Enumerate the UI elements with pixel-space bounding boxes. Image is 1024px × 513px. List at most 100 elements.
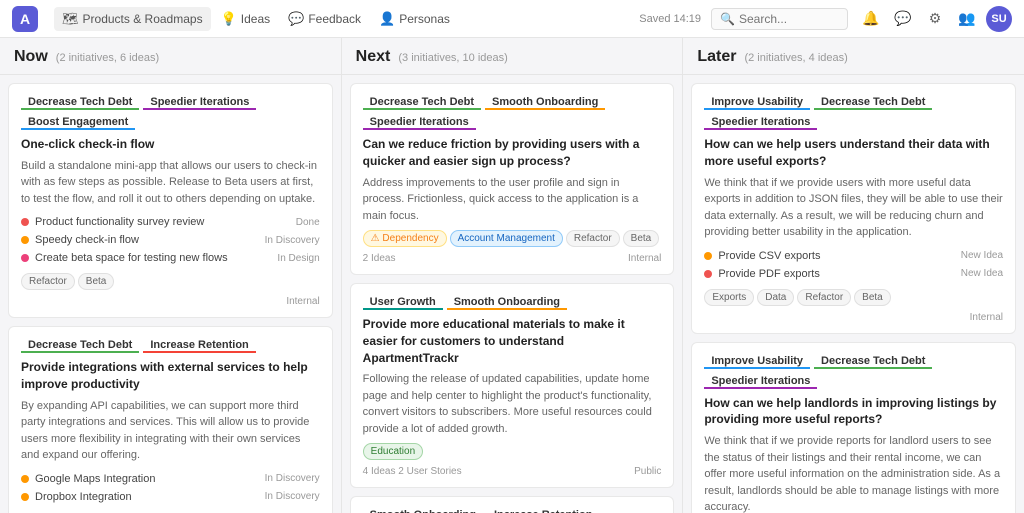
tag-now-1-2[interactable]: Boost Engagement — [21, 114, 135, 130]
pill-later-1-0[interactable]: Exports — [704, 289, 754, 306]
saved-badge: Saved 14:19 — [639, 13, 701, 25]
card-items-later-1: Provide CSV exportsNew IdeaProvide PDF e… — [704, 247, 1003, 283]
tag-later-2-0[interactable]: Improve Usability — [704, 353, 810, 369]
tag-now-2-1[interactable]: Increase Retention — [143, 337, 255, 353]
tag-now-1-1[interactable]: Speedier Iterations — [143, 94, 256, 110]
pill-next-1-1[interactable]: Account Management — [450, 230, 563, 247]
pill-next-1-3[interactable]: Beta — [623, 230, 660, 247]
settings-icon[interactable]: ⚙ — [922, 6, 948, 32]
column-title-2: Later — [697, 48, 736, 66]
tag-next-1-1[interactable]: Smooth Onboarding — [485, 94, 605, 110]
tag-next-3-0[interactable]: Smooth Onboarding — [363, 507, 483, 513]
tag-next-3-1[interactable]: Increase Retention — [487, 507, 599, 513]
nav-personas-label: Personas — [399, 12, 450, 26]
tag-later-2-1[interactable]: Decrease Tech Debt — [814, 353, 932, 369]
list-dot-later-1-0 — [704, 252, 712, 260]
list-item-now-1-2[interactable]: Create beta space for testing new flows I… — [21, 249, 320, 267]
card-items-now-1: Product functionality survey reviewDoneS… — [21, 213, 320, 267]
list-dot-later-1-1 — [704, 270, 712, 278]
footer-left-next-2: 4 Ideas 2 User Stories — [363, 466, 462, 477]
pill-next-2-0[interactable]: Education — [363, 443, 423, 460]
card-later-1[interactable]: Improve UsabilityDecrease Tech Debt Speed… — [691, 83, 1016, 334]
card-desc-later-1: We think that if we provide users with m… — [704, 175, 1003, 241]
tag-later-1-1[interactable]: Decrease Tech Debt — [814, 94, 932, 110]
pill-now-1-1[interactable]: Beta — [78, 273, 115, 290]
tag-row-next-3: Smooth Onboarding Increase Retention — [363, 507, 662, 513]
messages-icon[interactable]: 💬 — [890, 6, 916, 32]
card-desc-next-1: Address improvements to the user profile… — [363, 175, 662, 225]
search-input[interactable] — [739, 12, 839, 26]
card-title-next-2: Provide more educational materials to ma… — [363, 316, 662, 366]
card-footer-next-1: 2 Ideas Internal — [363, 253, 662, 264]
list-label-now-1-1: Speedy check-in flow — [35, 234, 139, 246]
list-label-now-1-2: Create beta space for testing new flows — [35, 252, 228, 264]
search-box[interactable]: 🔍 — [711, 8, 848, 30]
pill-now-1-0[interactable]: Refactor — [21, 273, 75, 290]
tag-next-1-2[interactable]: Speedier Iterations — [363, 114, 476, 130]
list-item-later-1-0[interactable]: Provide CSV exportsNew Idea — [704, 247, 1003, 265]
card-title-next-1: Can we reduce friction by providing user… — [363, 136, 662, 170]
footer-left-next-1: 2 Ideas — [363, 253, 396, 264]
nav-ideas[interactable]: 💡 Ideas — [213, 7, 279, 31]
card-later-2[interactable]: Improve UsabilityDecrease Tech Debt Speed… — [691, 342, 1016, 513]
nav-personas[interactable]: 👤 Personas — [371, 7, 458, 31]
card-now-1[interactable]: Decrease Tech DebtSpeedier Iterations Boo… — [8, 83, 333, 318]
list-status-now-1-0: Done — [296, 217, 320, 228]
list-status-later-1-1: New Idea — [961, 268, 1003, 279]
nav-items: 🗺 Products & Roadmaps 💡 Ideas 💬 Feedback… — [54, 7, 458, 31]
list-item-now-1-0[interactable]: Product functionality survey reviewDone — [21, 213, 320, 231]
notifications-icon[interactable]: 🔔 — [858, 6, 884, 32]
list-label-now-2-1: Dropbox Integration — [35, 491, 132, 503]
pill-next-1-2[interactable]: Refactor — [566, 230, 620, 247]
footer-right-next-1: Internal — [628, 253, 661, 264]
tag-now-1-0[interactable]: Decrease Tech Debt — [21, 94, 139, 110]
card-next-2[interactable]: User GrowthSmooth Onboarding Provide more… — [350, 283, 675, 488]
list-item-later-1-1[interactable]: Provide PDF exports New Idea — [704, 265, 1003, 283]
nav-ideas-label: Ideas — [241, 12, 270, 26]
card-title-later-2: How can we help landlords in improving l… — [704, 395, 1003, 429]
tag-now-2-0[interactable]: Decrease Tech Debt — [21, 337, 139, 353]
list-status-now-1-2: In Design — [277, 253, 319, 264]
column-now: Now(2 initiatives, 6 ideas)Decrease Tech… — [0, 38, 342, 513]
card-next-1[interactable]: Decrease Tech DebtSmooth Onboarding Speed… — [350, 83, 675, 275]
card-footer-next-2: 4 Ideas 2 User StoriesPublic — [363, 466, 662, 477]
personas-icon: 👤 — [379, 11, 395, 27]
footer-pills-now-1: RefactorBeta — [21, 273, 320, 290]
pill-later-1-2[interactable]: Refactor — [797, 289, 851, 306]
top-navigation: A 🗺 Products & Roadmaps 💡 Ideas 💬 Feedba… — [0, 0, 1024, 38]
app-logo[interactable]: A — [12, 6, 38, 32]
nav-products-roadmaps[interactable]: 🗺 Products & Roadmaps — [54, 7, 211, 31]
tag-next-1-0[interactable]: Decrease Tech Debt — [363, 94, 481, 110]
list-item-now-2-0[interactable]: Google Maps IntegrationIn Discovery — [21, 470, 320, 488]
pill-later-1-3[interactable]: Beta — [854, 289, 891, 306]
avatar[interactable]: SU — [986, 6, 1012, 32]
list-status-now-1-1: In Discovery — [265, 235, 320, 246]
pill-next-1-0[interactable]: ⚠ Dependency — [363, 230, 447, 247]
tag-later-1-2[interactable]: Speedier Iterations — [704, 114, 817, 130]
nav-feedback[interactable]: 💬 Feedback — [280, 7, 369, 31]
list-status-now-2-0: In Discovery — [265, 473, 320, 484]
list-dot-now-1-1 — [21, 236, 29, 244]
list-label-later-1-1: Provide PDF exports — [718, 268, 819, 280]
nav-right: Saved 14:19 🔍 🔔 💬 ⚙ 👥 SU — [639, 6, 1012, 32]
tag-next-2-0[interactable]: User Growth — [363, 294, 443, 310]
list-dot-now-1-2 — [21, 254, 29, 262]
tag-next-2-1[interactable]: Smooth Onboarding — [447, 294, 567, 310]
team-icon[interactable]: 👥 — [954, 6, 980, 32]
list-dot-now-2-1 — [21, 493, 29, 501]
list-label-later-1-0: Provide CSV exports — [718, 250, 820, 262]
card-title-later-1: How can we help users understand their d… — [704, 136, 1003, 170]
tag-later-1-0[interactable]: Improve Usability — [704, 94, 810, 110]
card-desc-later-2: We think that if we provide reports for … — [704, 433, 1003, 513]
card-next-3[interactable]: Smooth OnboardingIncrease RetentionCan w… — [350, 496, 675, 513]
tag-row-next-1: Decrease Tech DebtSmooth Onboarding Speed… — [363, 94, 662, 130]
tag-later-2-2[interactable]: Speedier Iterations — [704, 373, 817, 389]
tag-row-later-2: Improve UsabilityDecrease Tech Debt Speed… — [704, 353, 1003, 389]
main-content: Now(2 initiatives, 6 ideas)Decrease Tech… — [0, 38, 1024, 513]
list-item-now-2-1[interactable]: Dropbox IntegrationIn Discovery — [21, 488, 320, 506]
list-dot-now-2-0 — [21, 475, 29, 483]
card-now-2[interactable]: Decrease Tech DebtIncrease RetentionProv… — [8, 326, 333, 513]
card-desc-now-1: Build a standalone mini-app that allows … — [21, 158, 320, 208]
pill-later-1-1[interactable]: Data — [757, 289, 794, 306]
list-item-now-1-1[interactable]: Speedy check-in flow In Discovery — [21, 231, 320, 249]
